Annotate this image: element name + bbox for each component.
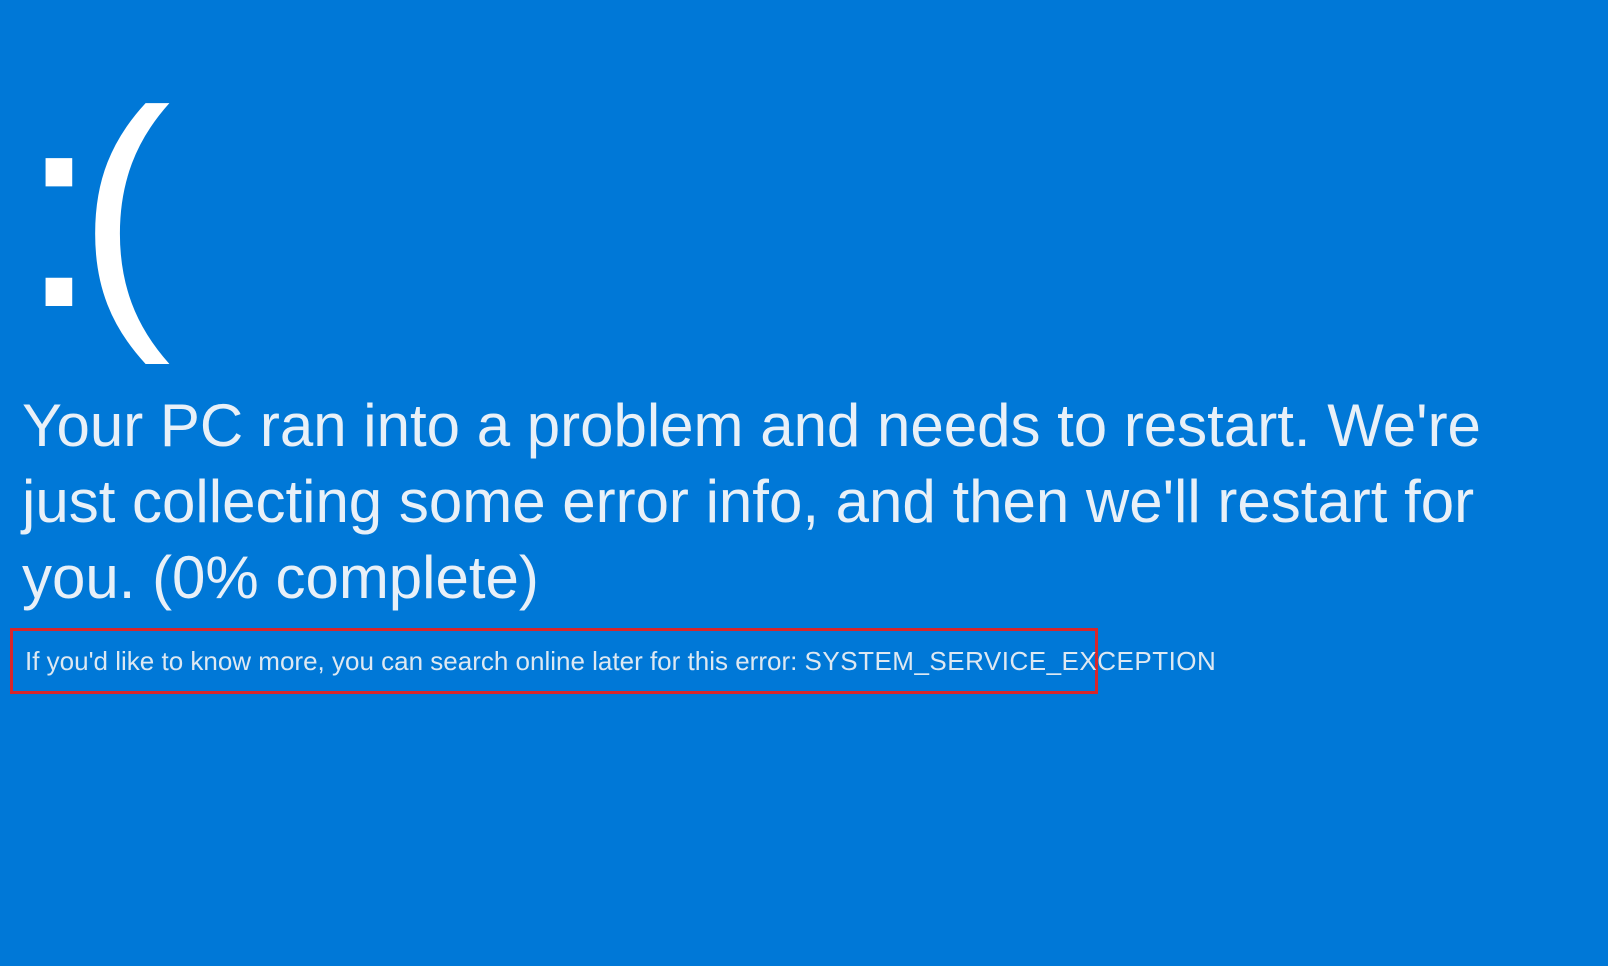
error-code-text: SYSTEM_SERVICE_EXCEPTION: [805, 646, 1217, 676]
error-prefix-text: If you'd like to know more, you can sear…: [25, 646, 805, 676]
sad-face-icon: :(: [20, 70, 151, 350]
error-highlight-box: If you'd like to know more, you can sear…: [10, 628, 1098, 694]
bsod-message: Your PC ran into a problem and needs to …: [22, 388, 1568, 617]
error-line: If you'd like to know more, you can sear…: [25, 646, 1216, 677]
